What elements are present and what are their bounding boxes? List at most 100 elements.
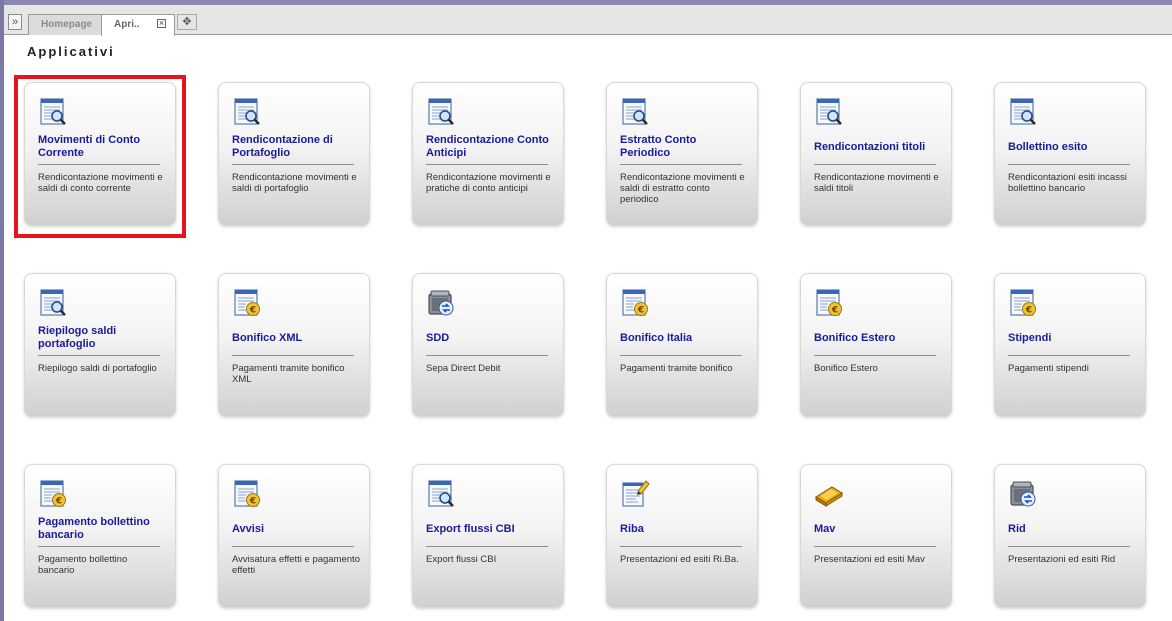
app-tile[interactable]: € Bonifico Italia Pagamenti tramite bonifi… (606, 273, 758, 417)
svg-text:€: € (637, 306, 644, 316)
document-euro-icon: € (620, 288, 650, 318)
app-tile-title[interactable]: Bonifico Italia (620, 323, 748, 353)
app-tile-title[interactable]: Bonifico Estero (814, 323, 942, 353)
gold-bar-icon (814, 479, 844, 509)
app-tile-divider (426, 546, 548, 547)
document-euro-icon: € (232, 288, 262, 318)
app-tile-title[interactable]: Rid (1008, 514, 1136, 544)
app-tile-description: Pagamenti stipendi (1008, 363, 1089, 374)
app-tile-description: Avvisatura effetti e pagamento effetti (232, 554, 360, 576)
app-tile-divider (232, 355, 354, 356)
svg-text:€: € (249, 497, 256, 507)
app-tile-title[interactable]: Bonifico XML (232, 323, 360, 353)
document-search-icon (814, 97, 844, 127)
app-tile-description: Pagamento bollettino bancario (38, 554, 128, 576)
app-tile-title[interactable]: Rendicontazioni titoli (814, 132, 942, 162)
app-tile-description: Export flussi CBI (426, 554, 497, 565)
app-tile-description: Riepilogo saldi di portafoglio (38, 363, 157, 374)
app-tile-title[interactable]: Mav (814, 514, 942, 544)
app-tile-divider (232, 546, 354, 547)
app-tile-divider (1008, 164, 1130, 165)
app-tile-divider (814, 355, 936, 356)
document-search-icon (426, 97, 456, 127)
app-tile-description: Presentazioni ed esiti Rid (1008, 554, 1116, 565)
app-tile-title[interactable]: SDD (426, 323, 554, 353)
tab-homepage-label: Homepage (41, 19, 93, 30)
app-tile-divider (620, 546, 742, 547)
app-tile-title[interactable]: Riepilogo saldi portafoglio (38, 323, 166, 353)
app-tile-title[interactable]: Export flussi CBI (426, 514, 554, 544)
page-title: Applicativi (27, 44, 115, 59)
app-tile[interactable]: Riepilogo saldi portafoglio Riepilogo sal… (24, 273, 176, 417)
app-tile[interactable]: Bollettino esito Rendicontazioni esiti in… (994, 82, 1146, 226)
document-euro-icon: € (814, 288, 844, 318)
app-tile-divider (38, 546, 160, 547)
app-tile-title[interactable]: Stipendi (1008, 323, 1136, 353)
app-tile[interactable]: Rid Presentazioni ed esiti Rid (994, 464, 1146, 608)
app-tile[interactable]: SDD Sepa Direct Debit (412, 273, 564, 417)
app-tile[interactable]: Estratto Conto Periodico Rendicontazione … (606, 82, 758, 226)
app-tile-description: Sepa Direct Debit (426, 363, 501, 374)
app-tile-description: Rendicontazione movimenti e saldi titoli (814, 172, 939, 194)
app-tile-divider (814, 546, 936, 547)
app-tile-title[interactable]: Estratto Conto Periodico (620, 132, 748, 162)
app-tile-divider (426, 164, 548, 165)
app-tile[interactable]: Mav Presentazioni ed esiti Mav (800, 464, 952, 608)
document-euro-icon: € (38, 479, 68, 509)
app-tile-description: Presentazioni ed esiti Ri.Ba. (620, 554, 739, 565)
app-tile[interactable]: € Bonifico XML Pagamenti tramite bonifico … (218, 273, 370, 417)
app-tile-description: Rendicontazione movimenti e saldi di est… (620, 172, 745, 205)
svg-text:€: € (831, 306, 838, 316)
app-tile-divider (38, 355, 160, 356)
app-tile[interactable]: Rendicontazione di Portafoglio Rendiconta… (218, 82, 370, 226)
tab-homepage[interactable]: Homepage (28, 14, 102, 35)
app-tile[interactable]: Riba Presentazioni ed esiti Ri.Ba. (606, 464, 758, 608)
app-tile[interactable]: Rendicontazioni titoli Rendicontazione mo… (800, 82, 952, 226)
safe-transfer-icon (426, 288, 456, 318)
document-search-icon (620, 97, 650, 127)
app-tile-description: Rendicontazione movimenti e saldi di por… (232, 172, 357, 194)
app-tile-divider (620, 164, 742, 165)
document-edit-icon (620, 479, 650, 509)
app-tile[interactable]: Rendicontazione Conto Anticipi Rendiconta… (412, 82, 564, 226)
app-tile[interactable]: € Stipendi Pagamenti stipendi (994, 273, 1146, 417)
app-tile-title[interactable]: Rendicontazione di Portafoglio (232, 132, 360, 162)
document-search-icon (1008, 97, 1038, 127)
app-tile-description: Presentazioni ed esiti Mav (814, 554, 925, 565)
app-tile[interactable]: € Avvisi Avvisatura effetti e pagamento ef… (218, 464, 370, 608)
svg-text:€: € (55, 497, 62, 507)
tab-apri-label: Apri.. (114, 19, 140, 30)
document-euro-icon: € (1008, 288, 1038, 318)
app-tile-divider (426, 355, 548, 356)
window-left-border (0, 0, 4, 621)
close-icon[interactable]: × (157, 19, 166, 28)
document-search-icon (426, 479, 456, 509)
document-euro-icon: € (232, 479, 262, 509)
document-search-icon (38, 288, 68, 318)
app-tile-divider (814, 164, 936, 165)
document-search-icon (232, 97, 262, 127)
tab-bar: » Homepage Apri.. × ✥ (4, 5, 1172, 36)
tab-apri[interactable]: Apri.. × (101, 14, 175, 36)
app-tile[interactable]: € Pagamento bollettino bancario Pagamento … (24, 464, 176, 608)
app-tile-description: Pagamenti tramite bonifico XML (232, 363, 345, 385)
app-tile-description: Bonifico Estero (814, 363, 878, 374)
tab-nav-button[interactable]: » (8, 14, 22, 30)
app-tile-description: Rendicontazione movimenti e pratiche di … (426, 172, 551, 194)
app-tile-divider (232, 164, 354, 165)
app-tile-description: Rendicontazioni esiti incassi bollettino… (1008, 172, 1127, 194)
app-tile-title[interactable]: Bollettino esito (1008, 132, 1136, 162)
app-tile-title[interactable]: Pagamento bollettino bancario (38, 514, 166, 544)
svg-text:€: € (249, 306, 256, 316)
app-tile-divider (1008, 355, 1130, 356)
app-tile[interactable]: Export flussi CBI Export flussi CBI (412, 464, 564, 608)
move-tab-icon[interactable]: ✥ (177, 14, 197, 30)
app-tile-title[interactable]: Avvisi (232, 514, 360, 544)
app-tile[interactable]: € Bonifico Estero Bonifico Estero (800, 273, 952, 417)
app-tile-divider (1008, 546, 1130, 547)
app-tile-title[interactable]: Riba (620, 514, 748, 544)
app-tile-title[interactable]: Rendicontazione Conto Anticipi (426, 132, 554, 162)
safe-transfer-icon (1008, 479, 1038, 509)
app-tile-description: Pagamenti tramite bonifico (620, 363, 733, 374)
app-tile-divider (620, 355, 742, 356)
